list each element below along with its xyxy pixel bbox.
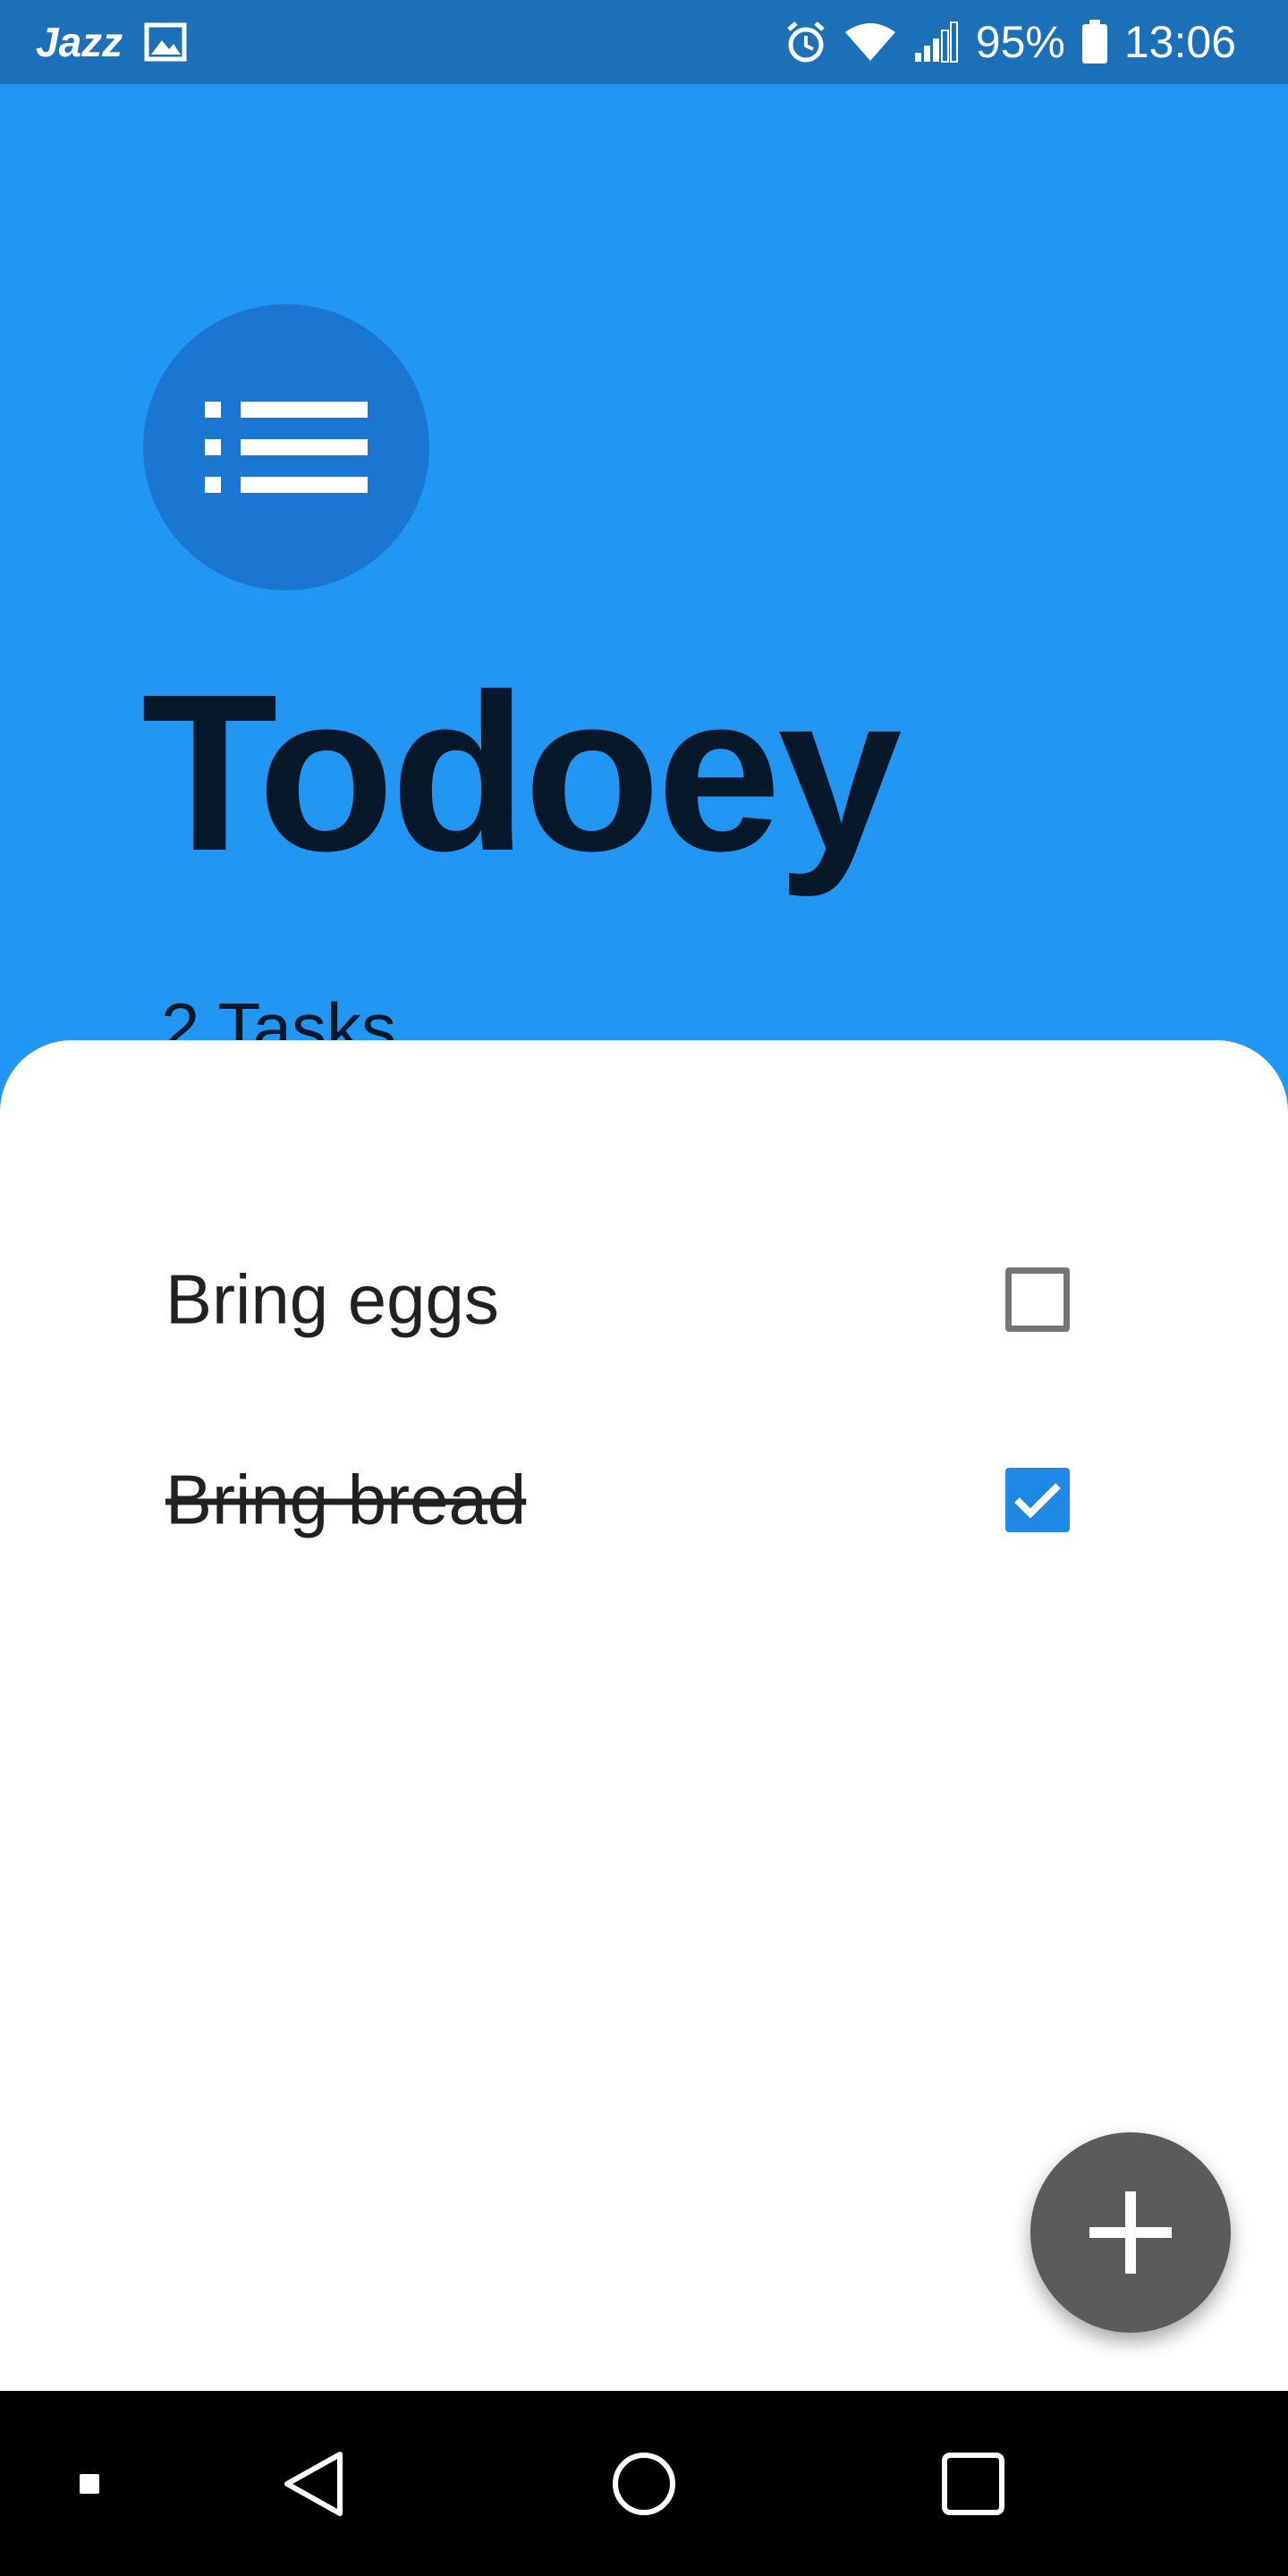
add-task-button[interactable]	[1030, 2132, 1231, 2333]
system-nav-bar	[0, 2391, 1288, 2576]
task-item[interactable]: Bring eggs	[0, 1210, 1288, 1389]
task-label: Bring bread	[165, 1460, 527, 1539]
home-icon	[613, 2452, 675, 2515]
task-checkbox[interactable]	[1005, 1468, 1070, 1532]
task-item[interactable]: Bring bread	[0, 1411, 1288, 1589]
status-bar: Jazz 95% 13:06	[0, 0, 1288, 84]
image-icon	[144, 22, 187, 62]
recents-icon	[942, 2452, 1004, 2515]
battery-icon	[1081, 20, 1108, 64]
back-button[interactable]	[268, 2391, 358, 2576]
status-left: Jazz	[36, 0, 187, 84]
app-title: Todoey	[141, 648, 902, 897]
signal-icon	[913, 21, 960, 64]
app-header: Todoey 2 Tasks	[0, 84, 1288, 1063]
checkmark-icon	[1014, 1483, 1061, 1519]
wifi-icon	[843, 21, 897, 63]
home-button[interactable]	[599, 2391, 689, 2576]
status-right: 95% 13:06	[784, 0, 1236, 84]
recents-button[interactable]	[928, 2391, 1018, 2576]
battery-percent: 95%	[975, 17, 1065, 67]
carrier-name: Jazz	[36, 19, 123, 65]
alarm-icon	[784, 20, 827, 64]
app-screen: Jazz 95% 13:06 Todoey 2 Tasks Bring eggs…	[0, 0, 1288, 2576]
menu-square-button[interactable]	[54, 2391, 125, 2576]
clock: 13:06	[1123, 17, 1236, 67]
plus-icon	[1089, 2191, 1172, 2274]
task-label: Bring eggs	[165, 1259, 499, 1339]
task-checkbox[interactable]	[1005, 1267, 1070, 1332]
back-icon	[284, 2451, 343, 2516]
list-icon	[143, 304, 429, 590]
menu-square-icon	[80, 2473, 99, 2494]
